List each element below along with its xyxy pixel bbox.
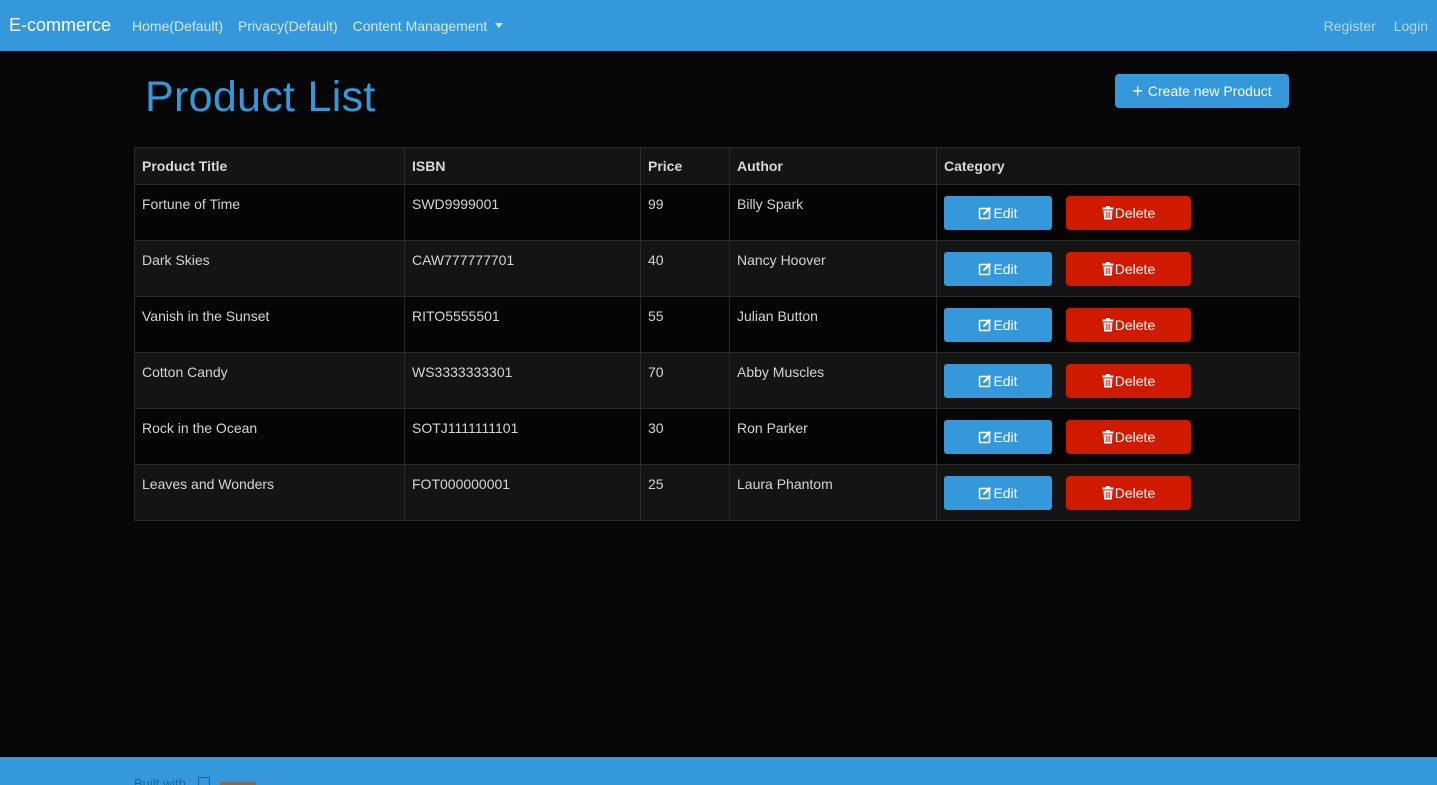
delete-label: Delete [1114, 373, 1156, 389]
edit-label: Edit [993, 317, 1018, 333]
cell-title: Leaves and Wonders [134, 464, 405, 521]
nav-link-register[interactable]: Register [1324, 18, 1376, 34]
cell-title: Dark Skies [134, 240, 405, 297]
cell-actions: Edit Delete [936, 296, 1300, 353]
footer-text: Built with [134, 776, 187, 785]
column-header-isbn: ISBN [404, 147, 641, 185]
cell-title: Vanish in the Sunset [134, 296, 405, 353]
table-row: Dark Skies CAW777777701 40 Nancy Hoover … [134, 240, 1300, 297]
table-row: Rock in the Ocean SOTJ1111111101 30 Ron … [134, 408, 1300, 465]
edit-button[interactable]: Edit [944, 420, 1052, 454]
column-header-author: Author [729, 147, 937, 185]
edit-button[interactable]: Edit [944, 476, 1052, 510]
edit-icon [979, 207, 992, 220]
cell-actions: Edit Delete [936, 408, 1300, 465]
footer: Built with [0, 757, 1437, 785]
nav-link-privacy[interactable]: Privacy(Default) [238, 18, 338, 34]
cell-actions: Edit Delete [936, 352, 1300, 409]
nav-link-login[interactable]: Login [1394, 18, 1428, 34]
delete-button[interactable]: Delete [1066, 476, 1191, 510]
cell-isbn: WS3333333301 [404, 352, 641, 409]
table-header-row: Product Title ISBN Price Author Category [134, 147, 1300, 185]
cell-actions: Edit Delete [936, 464, 1300, 521]
cell-isbn: FOT000000001 [404, 464, 641, 521]
edit-icon [979, 375, 992, 388]
edit-button[interactable]: Edit [944, 196, 1052, 230]
edit-icon [979, 263, 992, 276]
edit-button[interactable]: Edit [944, 308, 1052, 342]
table-row: Leaves and Wonders FOT000000001 25 Laura… [134, 464, 1300, 521]
delete-button[interactable]: Delete [1066, 308, 1191, 342]
cell-price: 70 [640, 352, 730, 409]
cell-price: 30 [640, 408, 730, 465]
edit-icon [979, 487, 992, 500]
chevron-down-icon [495, 23, 504, 28]
cell-isbn: SOTJ1111111101 [404, 408, 641, 465]
cell-author: Nancy Hoover [729, 240, 937, 297]
delete-label: Delete [1114, 317, 1156, 333]
cell-author: Ron Parker [729, 408, 937, 465]
trash-icon [1102, 318, 1114, 332]
delete-button[interactable]: Delete [1066, 364, 1191, 398]
trash-icon [1102, 262, 1114, 276]
cell-author: Laura Phantom [729, 464, 937, 521]
table-row: Fortune of Time SWD9999001 99 Billy Spar… [134, 184, 1300, 241]
edit-label: Edit [993, 261, 1018, 277]
edit-button[interactable]: Edit [944, 364, 1052, 398]
cell-price: 25 [640, 464, 730, 521]
cell-actions: Edit Delete [936, 240, 1300, 297]
edit-button[interactable]: Edit [944, 252, 1052, 286]
cell-price: 99 [640, 184, 730, 241]
plus-icon: + [1132, 81, 1143, 101]
cell-title: Rock in the Ocean [134, 408, 405, 465]
delete-button[interactable]: Delete [1066, 420, 1191, 454]
page-title: Product List [145, 73, 376, 121]
nav-link-home[interactable]: Home(Default) [132, 18, 223, 34]
create-product-button[interactable]: + Create new Product [1115, 74, 1289, 108]
product-rows: Fortune of Time SWD9999001 99 Billy Spar… [134, 184, 1300, 521]
nav-dropdown-label: Content Management [352, 17, 488, 34]
delete-label: Delete [1114, 261, 1156, 277]
edit-icon [979, 431, 992, 444]
trash-icon [1102, 374, 1114, 388]
delete-label: Delete [1114, 205, 1156, 221]
cell-title: Cotton Candy [134, 352, 405, 409]
edit-label: Edit [993, 485, 1018, 501]
product-table: Product Title ISBN Price Author Category… [134, 147, 1300, 521]
column-header-category: Category [936, 147, 1300, 185]
create-product-label: Create new Product [1147, 83, 1272, 99]
delete-label: Delete [1114, 485, 1156, 501]
cell-title: Fortune of Time [134, 184, 405, 241]
delete-button[interactable]: Delete [1066, 252, 1191, 286]
delete-label: Delete [1114, 429, 1156, 445]
cell-isbn: RITO5555501 [404, 296, 641, 353]
column-header-title: Product Title [134, 147, 405, 185]
brand-link[interactable]: E-commerce [9, 15, 111, 36]
footer-logo-icon [198, 777, 210, 785]
trash-icon [1102, 430, 1114, 444]
cell-isbn: CAW777777701 [404, 240, 641, 297]
edit-icon [979, 319, 992, 332]
column-header-price: Price [640, 147, 730, 185]
cell-price: 40 [640, 240, 730, 297]
table-row: Cotton Candy WS3333333301 70 Abby Muscle… [134, 352, 1300, 409]
delete-button[interactable]: Delete [1066, 196, 1191, 230]
edit-label: Edit [993, 373, 1018, 389]
trash-icon [1102, 486, 1114, 500]
cell-isbn: SWD9999001 [404, 184, 641, 241]
cell-actions: Edit Delete [936, 184, 1300, 241]
edit-label: Edit [993, 429, 1018, 445]
cell-author: Billy Spark [729, 184, 937, 241]
table-row: Vanish in the Sunset RITO5555501 55 Juli… [134, 296, 1300, 353]
trash-icon [1102, 206, 1114, 220]
top-navbar: E-commerce Home(Default) Privacy(Default… [0, 0, 1437, 51]
nav-auth-links: Register Login [1306, 18, 1428, 34]
cell-author: Julian Button [729, 296, 937, 353]
edit-label: Edit [993, 205, 1018, 221]
cell-price: 55 [640, 296, 730, 353]
cell-author: Abby Muscles [729, 352, 937, 409]
nav-dropdown-content-management[interactable]: Content Management [353, 18, 504, 34]
